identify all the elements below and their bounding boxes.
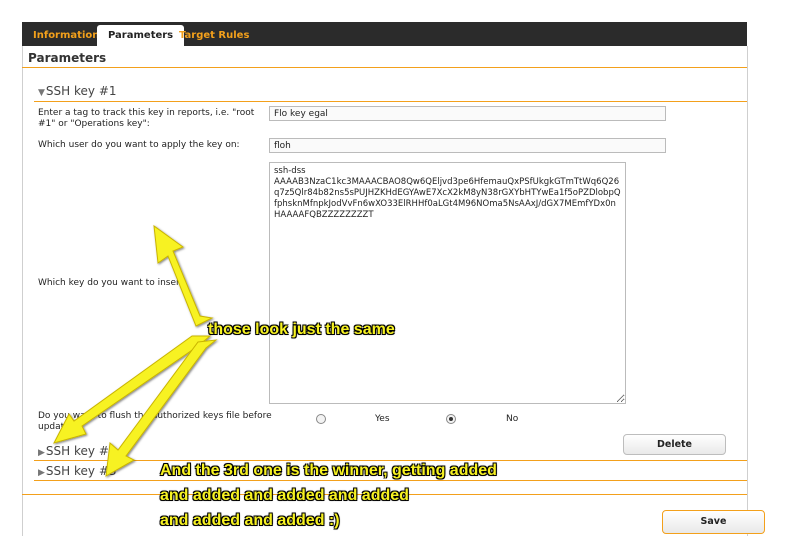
annotation-arrows [53, 224, 218, 477]
annotation-note-2-line-2: and added and added and added [160, 487, 409, 504]
annotation-note-2-line-3: and added and added :) [160, 512, 340, 529]
arrow-to-ssh-key-2 [53, 335, 212, 444]
arrow-to-key-area [153, 224, 214, 327]
annotation-note-1: those look just the same [208, 321, 395, 338]
annotation-note-2-line-1: And the 3rd one is the winner, getting a… [160, 462, 497, 479]
